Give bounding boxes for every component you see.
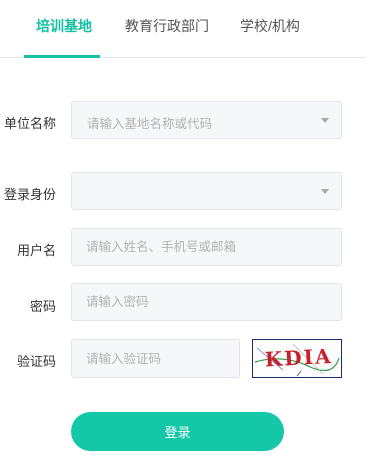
captcha-graphic: KDIA [254, 343, 340, 377]
unit-name-label: 单位名称 [3, 116, 56, 131]
password-input[interactable] [72, 284, 341, 320]
username-field-wrap [71, 228, 342, 266]
captcha-image[interactable]: KDIA [252, 339, 342, 378]
password-label: 密码 [29, 299, 56, 314]
tab-bar: 培训基地 教育行政部门 学校/机构 [0, 0, 365, 58]
identity-label: 登录身份 [3, 187, 56, 202]
chevron-down-icon [321, 189, 329, 194]
active-tab-indicator [24, 55, 100, 58]
captcha-input[interactable] [72, 340, 239, 377]
tab-education-admin[interactable]: 教育行政部门 [125, 16, 209, 36]
username-label: 用户名 [16, 243, 56, 258]
captcha-text: KDIA [264, 344, 333, 372]
unit-name-placeholder: 请输入基地名称或代码 [87, 117, 213, 131]
password-field-wrap [71, 283, 342, 321]
identity-select[interactable] [71, 172, 342, 210]
username-input[interactable] [72, 229, 341, 265]
captcha-label: 验证码 [16, 354, 56, 369]
unit-name-select[interactable]: 请输入基地名称或代码 [71, 101, 342, 139]
captcha-field-wrap [71, 339, 240, 378]
tab-training-base[interactable]: 培训基地 [36, 16, 92, 36]
tab-school-institution[interactable]: 学校/机构 [240, 16, 300, 36]
chevron-down-icon [321, 118, 329, 123]
login-button[interactable]: 登录 [71, 412, 284, 451]
